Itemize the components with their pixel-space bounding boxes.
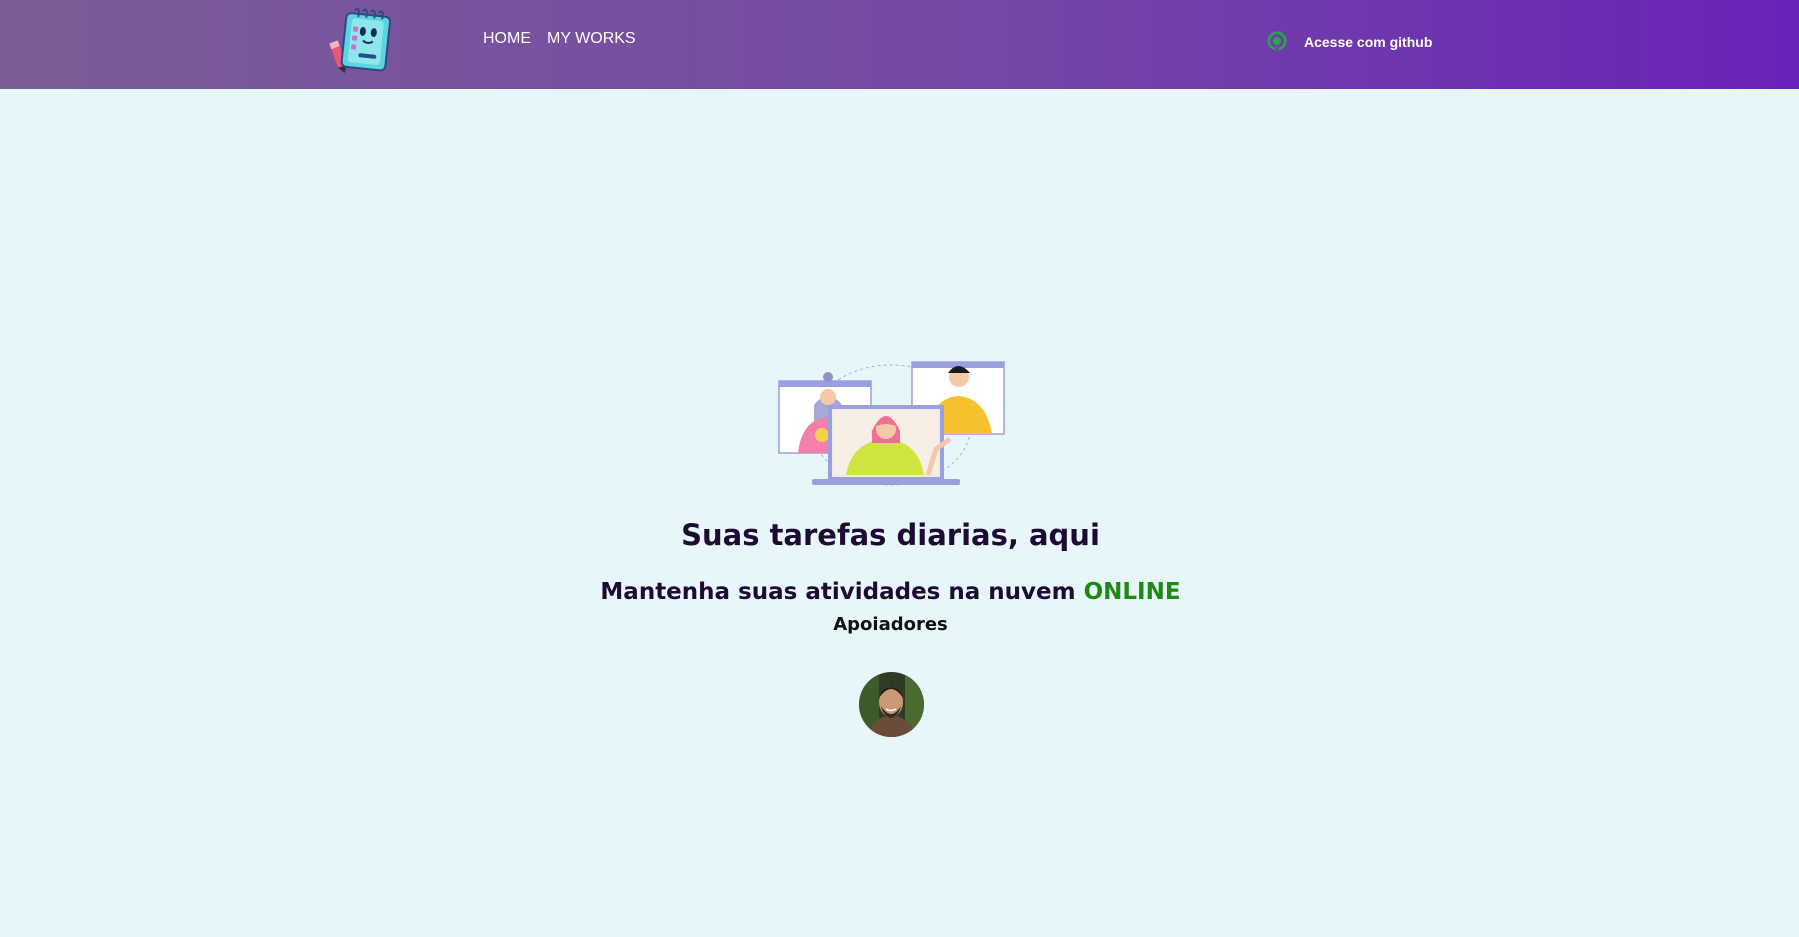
supporters-heading: Apoiadores (833, 614, 948, 635)
nav-my-works-link[interactable]: MY WORKS (547, 30, 636, 48)
github-login-button[interactable]: Acesse com github (1266, 28, 1432, 56)
hero-title: Suas tarefas diarias, aqui (681, 518, 1100, 552)
nav-home-link[interactable]: HOME (483, 30, 531, 48)
main-nav: HOME MY WORKS (483, 30, 636, 48)
hero-subtitle: Mantenha suas atividades na nuvem ONLINE (0, 579, 1781, 605)
github-icon (1266, 30, 1288, 55)
top-header: HOME MY WORKS Acesse com github (0, 0, 1799, 89)
supporter-avatar[interactable] (859, 672, 924, 737)
github-button-label: Acesse com github (1304, 34, 1433, 50)
hero-subtitle-accent: ONLINE (1083, 579, 1181, 605)
hero-subtitle-text: Mantenha suas atividades na nuvem (600, 579, 1076, 605)
video-call-illustration (776, 355, 1006, 491)
notepad-logo-icon[interactable] (328, 6, 396, 74)
